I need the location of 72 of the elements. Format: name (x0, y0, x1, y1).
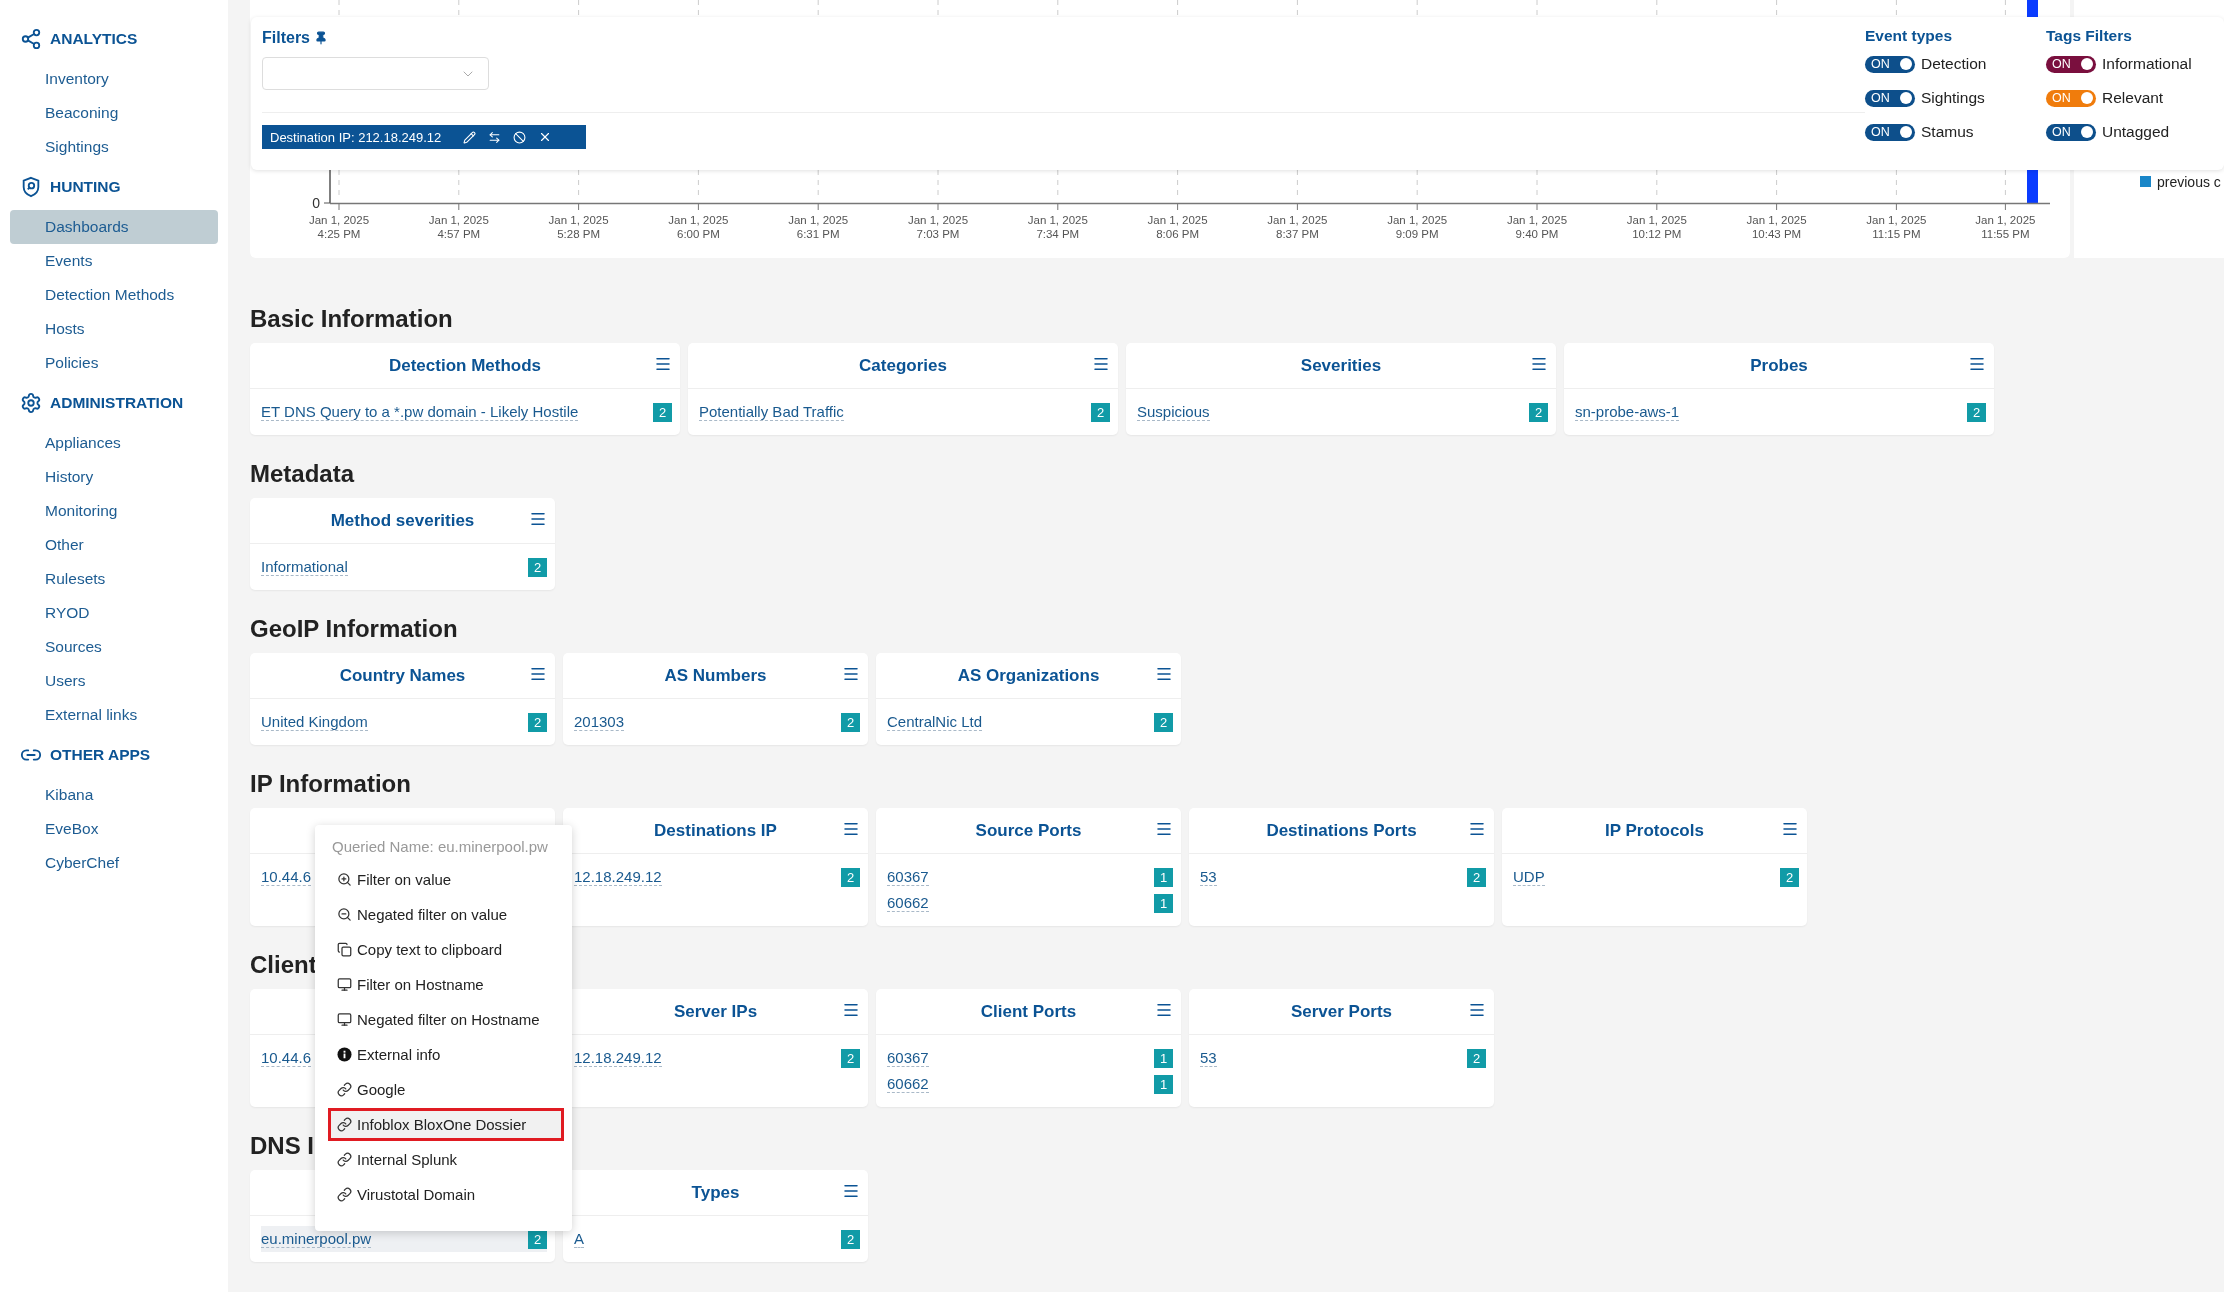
axis-label: Jan 1, 2025 5:28 PM (548, 214, 609, 240)
count-badge: 2 (1780, 867, 1799, 887)
count-badge: 2 (841, 867, 860, 887)
section-title: IP Information (250, 769, 411, 799)
axis-label: Jan 1, 2025 11:15 PM (1866, 214, 1927, 240)
count-badge: 2 (841, 1048, 860, 1068)
section-title: Metadata (250, 459, 355, 489)
section-title: DNS I (250, 1131, 314, 1161)
count-badge: 1 (1154, 1048, 1173, 1068)
card-title: IP Protocols (1605, 820, 1704, 841)
toggle-label: Stamus (1921, 123, 1974, 141)
toggle-label: Relevant (2102, 89, 2164, 107)
card-title: Client Ports (980, 1001, 1077, 1022)
toggle-label: Detection (1921, 55, 1987, 73)
section-heading: HUNTING (50, 178, 121, 196)
group-title: Event types (1865, 27, 1953, 46)
toggle-label: Sightings (1921, 89, 1985, 107)
section-title: Basic Information (250, 304, 453, 334)
axis-label: Jan 1, 2025 4:25 PM (308, 214, 370, 240)
axis-label: Jan 1, 2025 4:57 PM (428, 214, 489, 240)
group-title: Tags Filters (2046, 27, 2133, 46)
toggle-label: Informational (2102, 55, 2192, 73)
axis-label: Jan 1, 2025 10:43 PM (1746, 214, 1807, 240)
count-badge: 1 (1154, 893, 1173, 913)
axis-label: Jan 1, 2025 7:34 PM (1027, 214, 1088, 240)
toggle-label: Untagged (2102, 123, 2170, 141)
card-title: Country Names (339, 665, 466, 686)
count-badge: 2 (841, 1229, 860, 1249)
count-badge: 2 (1091, 402, 1110, 422)
menu-header: Queried Name: eu.minerpool.pw (331, 836, 549, 857)
count-badge: 2 (653, 402, 672, 422)
count-badge: 2 (528, 557, 547, 577)
section-heading: OTHER APPS (50, 746, 151, 764)
section-heading: ADMINISTRATION (50, 394, 184, 412)
count-badge: 2 (1154, 712, 1173, 732)
axis-label: Jan 1, 2025 9:09 PM (1387, 214, 1448, 240)
card-title: Types (691, 1182, 740, 1203)
filters-title: Filters (262, 29, 310, 47)
card-title: Server Ports (1290, 1001, 1393, 1022)
axis-label: Jan 1, 2025 6:31 PM (788, 214, 849, 240)
count-badge: 2 (1467, 1048, 1486, 1068)
axis-label: Jan 1, 2025 7:03 PM (907, 214, 969, 240)
count-badge: 2 (1529, 402, 1548, 422)
section-heading: ANALYTICS (50, 30, 138, 48)
axis-label: Jan 1, 2025 10:12 PM (1626, 214, 1687, 240)
card-title: Destinations IP (654, 820, 777, 841)
card-title: Source Ports (975, 820, 1082, 841)
count-badge: 2 (1467, 867, 1486, 887)
axis-label: Jan 1, 2025 8:06 PM (1147, 214, 1208, 240)
section-title: Client (250, 950, 317, 980)
count-badge: 2 (1967, 402, 1986, 422)
count-badge: 2 (841, 712, 860, 732)
count-badge: 2 (528, 712, 547, 732)
filter-chip-label: Destination IP: 212.18.249.12 (270, 129, 442, 145)
card-title: Destinations Ports (1266, 820, 1417, 841)
axis-label: Jan 1, 2025 6:00 PM (668, 214, 729, 240)
count-badge: 1 (1154, 867, 1173, 887)
card-title: AS Numbers (664, 665, 767, 686)
card-title: Probes (1750, 355, 1808, 376)
card-title: Server IPs (673, 1001, 758, 1022)
count-badge: 1 (1154, 1074, 1173, 1094)
card-title: Categories (859, 355, 947, 376)
card-title: AS Organizations (957, 665, 1100, 686)
axis-label: 0 (312, 195, 320, 211)
section-title: GeoIP Information (250, 614, 458, 644)
axis-label: Jan 1, 2025 11:55 PM (1975, 214, 2036, 240)
card-title: Detection Methods (388, 355, 542, 376)
card-title: Severities (1300, 355, 1382, 376)
axis-label: Jan 1, 2025 8:37 PM (1267, 214, 1328, 240)
legend-label: previous c (2157, 174, 2221, 190)
axis-label: Jan 1, 2025 9:40 PM (1506, 214, 1568, 240)
card-title: Method severities (330, 510, 475, 531)
